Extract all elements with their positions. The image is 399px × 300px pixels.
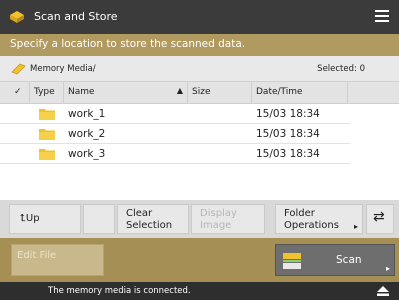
chevron-right-icon: ▸ (353, 222, 358, 231)
file-name: work_3 (68, 148, 106, 160)
file-row[interactable]: work_1 15/03 18:34 (0, 104, 350, 124)
folder-icon (39, 109, 55, 120)
column-size-label: Size (192, 87, 211, 97)
scan-button[interactable]: Scan ▸ (275, 244, 395, 276)
column-name[interactable]: Name ▲ (64, 82, 188, 104)
folder-operations-button[interactable]: Folder Operations ▸ (275, 204, 363, 234)
column-type-label: Type (34, 87, 55, 97)
check-mark-icon: ✓ (14, 87, 22, 97)
display-label-line1: Display (200, 208, 237, 219)
file-list: work_1 15/03 18:34 work_2 15/03 18:34 wo… (0, 104, 399, 200)
blank-button[interactable] (83, 204, 115, 234)
file-row[interactable]: work_2 15/03 18:34 (0, 124, 350, 144)
action-toolbar: ⮤Up Clear Selection Display Image Folder Op… (0, 200, 399, 238)
lower-panel: Edit File Scan ▸ (0, 238, 399, 282)
column-check[interactable]: ✓ (0, 82, 30, 104)
file-date: 15/03 18:34 (256, 128, 320, 140)
folder-label-line2: Operations (284, 220, 339, 231)
chevron-right-icon: ▸ (385, 264, 390, 273)
location-path: Memory Media/ (30, 64, 96, 74)
column-header: ✓ Type Name ▲ Size Date/Time (0, 82, 399, 104)
status-bar: The memory media is connected. (0, 282, 399, 300)
eject-icon[interactable] (377, 286, 389, 296)
up-label: Up (25, 213, 40, 224)
title-bar: Scan and Store (0, 0, 399, 34)
file-name: work_1 (68, 108, 106, 120)
scan-label: Scan (336, 254, 362, 266)
folder-label-line1: Folder (284, 208, 315, 219)
column-date-label: Date/Time (256, 87, 303, 97)
display-label-line2: Image (200, 220, 232, 231)
column-spacer (348, 82, 399, 104)
column-size[interactable]: Size (188, 82, 252, 104)
refresh-button[interactable]: ⇄ (366, 204, 394, 234)
file-date: 15/03 18:34 (256, 108, 320, 120)
folder-icon (39, 129, 55, 140)
file-row[interactable]: work_3 15/03 18:34 (0, 144, 350, 164)
column-date[interactable]: Date/Time (252, 82, 348, 104)
clear-label-line2: Selection (126, 220, 173, 231)
column-name-label: Name (68, 87, 95, 97)
up-button[interactable]: ⮤Up (9, 204, 81, 234)
edit-file-button[interactable]: Edit File (11, 244, 104, 276)
hamburger-menu-icon[interactable] (375, 10, 389, 23)
memory-media-icon (11, 63, 26, 75)
column-type[interactable]: Type (30, 82, 64, 104)
status-message: The memory media is connected. (48, 286, 191, 296)
file-date: 15/03 18:34 (256, 148, 320, 160)
display-image-button[interactable]: Display Image (191, 204, 265, 234)
file-name: work_2 (68, 128, 106, 140)
instruction-banner: Specify a location to store the scanned … (0, 34, 399, 56)
sort-ascending-icon: ▲ (176, 86, 183, 95)
clear-selection-button[interactable]: Clear Selection (117, 204, 189, 234)
selected-count: Selected: 0 (317, 64, 365, 74)
refresh-icon: ⇄ (373, 209, 385, 225)
window-title: Scan and Store (34, 10, 118, 23)
scan-store-icon (10, 11, 24, 23)
location-bar: Memory Media/ Selected: 0 (0, 56, 399, 82)
scan-icon (283, 253, 301, 269)
folder-icon (39, 149, 55, 160)
clear-label-line1: Clear (126, 208, 153, 219)
